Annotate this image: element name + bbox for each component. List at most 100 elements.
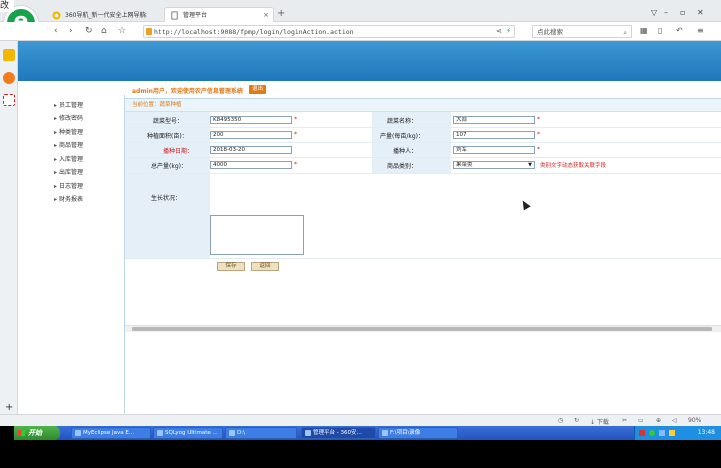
required-mark: *: [294, 116, 297, 123]
favorites-icon[interactable]: [3, 49, 15, 61]
taskbar-item[interactable]: D:\: [225, 427, 297, 439]
logout-button[interactable]: 退出: [249, 85, 267, 94]
tab-label: 360导航_新一代安全上网导航: [65, 12, 146, 19]
field-label: 播种人：: [393, 148, 418, 155]
start-button[interactable]: 开始: [14, 426, 60, 440]
breadcrumb: 当前位置：蔬菜种植: [125, 99, 721, 109]
accelerate-icon[interactable]: ⚡: [506, 25, 511, 37]
minimize-icon[interactable]: –: [664, 8, 668, 17]
restore-icon[interactable]: ▫: [680, 8, 685, 17]
menu-item[interactable]: 入库管理: [54, 154, 83, 163]
scrollbar-thumb[interactable]: [132, 327, 712, 331]
zoom-icon[interactable]: ⊕: [656, 417, 661, 424]
required-mark: *: [294, 161, 297, 168]
taskbar-item[interactable]: MyEclipse Java E...: [71, 427, 151, 439]
required-mark: *: [294, 131, 297, 138]
sound-icon[interactable]: ◁: [672, 417, 677, 424]
undo-icon[interactable]: ↶: [676, 25, 683, 37]
chevron-down-icon: ▼: [528, 162, 532, 168]
mail-icon[interactable]: [3, 94, 15, 106]
apps-icon[interactable]: ▦: [640, 25, 648, 37]
field-label: 总产量(kg)：: [151, 163, 187, 170]
share-icon[interactable]: ⋖: [496, 25, 502, 37]
select-value: 果菜类: [456, 162, 473, 168]
category-hint: 类别文字动态获取关联字段: [540, 163, 607, 169]
favorite-star-icon[interactable]: ☆: [118, 25, 126, 37]
close-window-icon[interactable]: ✕: [697, 8, 704, 17]
ie-icon: [52, 11, 61, 20]
desktop-edge: [0, 426, 14, 440]
tab-360-nav[interactable]: 360导航_新一代安全上网导航 ×: [46, 7, 152, 22]
welcome-text: admin用户，欢迎使用农产信息管理系统: [132, 88, 243, 95]
url-text: http://localhost:9088/fpmp/login/loginAc…: [154, 28, 354, 36]
sync-icon[interactable]: ↻: [574, 417, 579, 424]
planting-area-input[interactable]: 200: [210, 131, 292, 139]
menu-item[interactable]: 日志管理: [54, 181, 83, 190]
refresh-icon[interactable]: ↻: [85, 25, 93, 37]
desktop-edge-glyph: 改: [0, 0, 14, 12]
search-box[interactable]: 点此搜索 ⌕: [532, 25, 632, 38]
search-placeholder: 点此搜索: [537, 28, 563, 36]
home-icon[interactable]: ⌂: [101, 25, 107, 37]
download-status[interactable]: ↓ 下载: [590, 417, 609, 426]
browser-nav-bar: ‹ › ↻ ⌂ ☆ http://localhost:9088/fpmp/log…: [0, 22, 721, 41]
address-bar[interactable]: http://localhost:9088/fpmp/login/loginAc…: [143, 25, 515, 38]
left-menu: 员工管理 修改密码 种类管理 商品管理 入库管理 出库管理 日志管理 财务报表: [18, 95, 125, 414]
reader-icon[interactable]: ▯: [658, 25, 662, 37]
page-banner: [18, 41, 721, 81]
total-yield-input[interactable]: 4000: [210, 161, 292, 169]
tray-app-icon[interactable]: [639, 430, 645, 436]
tray-app-icon[interactable]: [649, 430, 655, 436]
system-tray: 13:48: [634, 426, 721, 440]
field-label: 蔬菜型号：: [153, 118, 184, 125]
field-label: 种植面积(亩)：: [147, 133, 188, 140]
menu-item[interactable]: 员工管理: [54, 100, 83, 109]
tray-app-icon[interactable]: [669, 430, 675, 436]
vegetable-form: 蔬菜型号： K8495350 * 蔬菜名称： 大蒜 * 种植面积(亩)： 200…: [125, 111, 721, 414]
growth-status-textarea[interactable]: [210, 215, 304, 255]
new-tab-icon[interactable]: +: [277, 8, 285, 19]
weibo-icon[interactable]: [3, 72, 15, 84]
skin-icon[interactable]: ▽: [651, 8, 657, 17]
taskbar-item[interactable]: 管理平台 - 360安...: [301, 427, 376, 439]
menu-item[interactable]: 出库管理: [54, 167, 83, 176]
vegetable-name-input[interactable]: 大蒜: [453, 116, 535, 124]
variety-code-input[interactable]: K8495350: [210, 116, 292, 124]
horizontal-scrollbar[interactable]: [125, 325, 721, 332]
product-category-select[interactable]: 果菜类 ▼: [453, 161, 535, 169]
field-label: 产量(每亩/kg)：: [380, 133, 424, 140]
security-icon: [146, 28, 152, 35]
row-divider: [125, 173, 721, 174]
yield-per-mu-input[interactable]: 107: [453, 131, 535, 139]
taskbar-clock[interactable]: 13:48: [698, 429, 715, 436]
browser-status-bar: ◷ ↻ ↓ 下载 ✂ ▭ ⊕ ◁ 90%: [0, 414, 721, 426]
close-icon[interactable]: ×: [142, 8, 148, 23]
forward-icon[interactable]: ›: [69, 25, 73, 37]
close-icon[interactable]: ×: [263, 8, 269, 23]
menu-item[interactable]: 种类管理: [54, 127, 83, 136]
clock-icon[interactable]: ◷: [558, 417, 563, 424]
add-sidebar-icon[interactable]: +: [5, 402, 13, 413]
planter-input[interactable]: 刘军: [453, 146, 535, 154]
save-button[interactable]: 保存: [217, 262, 245, 271]
planting-date-input[interactable]: 2018-03-20: [210, 146, 292, 154]
windows-taskbar: 开始 MyEclipse Java E... SQLyog Ultimate .…: [14, 426, 721, 440]
search-icon[interactable]: ⌕: [623, 27, 627, 39]
network-icon[interactable]: [659, 430, 665, 436]
tab-label: 管理平台: [183, 12, 208, 19]
row-divider: [125, 157, 721, 158]
row-divider: [125, 258, 721, 259]
tools-icon[interactable]: ✂: [622, 417, 627, 424]
tab-admin-platform[interactable]: 管理平台 ×: [164, 7, 274, 22]
back-icon[interactable]: ‹: [54, 25, 58, 37]
back-button[interactable]: 返回: [251, 262, 279, 271]
menu-icon[interactable]: ≡: [697, 25, 704, 37]
menu-item[interactable]: 修改密码: [54, 113, 83, 122]
zoom-level[interactable]: 90%: [688, 417, 701, 424]
menu-item[interactable]: 商品管理: [54, 140, 83, 149]
taskbar-item[interactable]: SQLyog Ultimate ...: [153, 427, 223, 439]
menu-item[interactable]: 财务报表: [54, 194, 83, 203]
window-icon[interactable]: ▭: [638, 417, 644, 424]
browser-tab-bar: 360导航_新一代安全上网导航 × 管理平台 × + ▽ – ▫ ✕: [0, 0, 721, 22]
taskbar-item[interactable]: F:\项目\录像: [378, 427, 458, 439]
